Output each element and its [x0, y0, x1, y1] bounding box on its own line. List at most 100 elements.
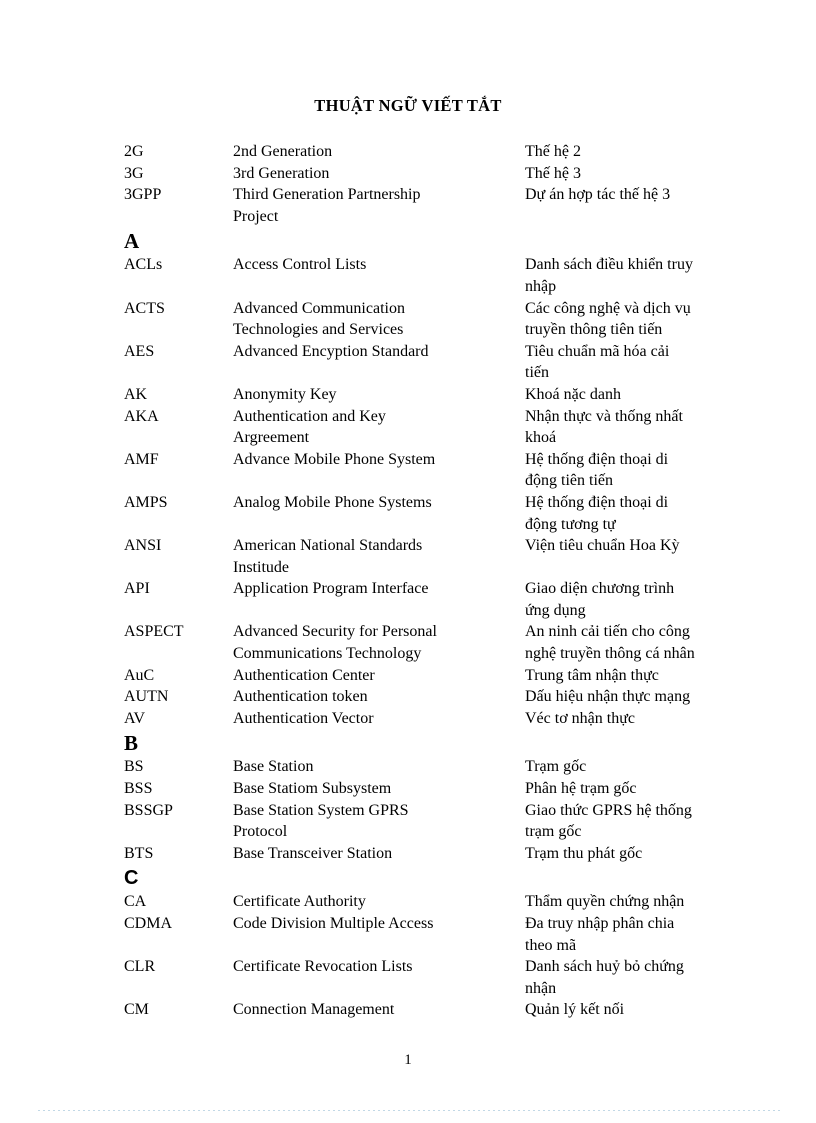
expansion-line: Base Transceiver Station: [233, 844, 393, 862]
meaning-line: Danh sách điều khiển truy: [525, 256, 693, 274]
abbreviation-term: CDMA: [124, 915, 173, 932]
meaning-line: Phân hệ trạm gốc: [525, 780, 637, 798]
expansion-line: Connection Management: [233, 1001, 395, 1019]
abbreviation-expansion-english: Authentication token: [233, 686, 525, 708]
abbreviation-row: CLR Certificate Revocation Lists Danh sách…: [124, 956, 764, 999]
abbreviation-row: AKA Authentication and Key Argreement Nhận …: [124, 406, 764, 449]
abbreviation-term: BS: [124, 758, 144, 776]
abbreviation-row: 3GPP Third Generation Partnership Project D…: [124, 184, 764, 227]
abbreviation-term: 3GPP: [124, 186, 162, 204]
section-heading-a: A: [124, 229, 140, 254]
abbreviation-expansion-english: Base Transceiver Station: [233, 843, 525, 865]
abbreviation-expansion-english: Authentication Center: [233, 665, 525, 687]
abbreviation-row: AuC Authentication Center Trung tâm nhận t…: [124, 665, 764, 687]
abbreviation-meaning-vietnamese: Các công nghệ và dịch vụ truyền thông tiê…: [525, 298, 764, 341]
abbreviation-meaning-vietnamese: Hệ thống điện thoại di động tiên tiến: [525, 449, 764, 492]
abbreviation-row: AES Advanced Encyption Standard Tiêu chuẩn…: [124, 341, 764, 384]
abbreviation-term: AuC: [124, 666, 155, 684]
abbreviation-term: BTS: [124, 844, 154, 862]
meaning-line: Viện tiêu chuẩn Hoa Kỳ: [525, 537, 680, 555]
abbreviation-expansion-english: Base Station: [233, 756, 525, 778]
expansion-line: American National Standards: [233, 537, 423, 555]
meaning-line: Thẩm quyền chứng nhận: [525, 893, 685, 911]
abbreviation-row: API Application Program Interface Giao diệ…: [124, 578, 764, 621]
expansion-line: 3rd Generation: [233, 164, 330, 182]
abbreviation-row: BSS Base Statiom Subsystem Phân hệ trạm gố…: [124, 778, 764, 800]
meaning-line: theo mã: [525, 936, 577, 954]
meaning-line: Trạm thu phát gốc: [525, 844, 643, 862]
meaning-line: Tiêu chuẩn mã hóa cải: [525, 342, 670, 360]
abbreviation-row: BS Base Station Trạm gốc: [124, 756, 764, 778]
abbreviation-meaning-vietnamese: Trạm gốc: [525, 756, 764, 778]
abbreviation-expansion-english: Connection Management: [233, 999, 525, 1021]
abbreviation-term: ANSI: [124, 537, 162, 555]
abbreviation-term: ASPECT: [124, 623, 184, 641]
expansion-line: Communications Technology: [233, 645, 422, 663]
expansion-line: Argreement: [233, 429, 310, 447]
meaning-line: Hệ thống điện thoại di: [525, 493, 669, 511]
abbreviation-meaning-vietnamese: Đa truy nhập phân chia theo mã: [525, 913, 764, 956]
meaning-line: Thế hệ 3: [525, 164, 581, 182]
abbreviation-row: 2G 2nd Generation Thế hệ 2: [124, 141, 764, 163]
meaning-line: động tiên tiến: [525, 472, 613, 490]
abbreviation-row: CM Connection Management Quản lý kết nối: [124, 999, 764, 1021]
expansion-line: Protocol: [233, 823, 288, 841]
abbreviation-row: ACTS Advanced Communication Technologies a…: [124, 298, 764, 341]
abbreviation-row: AUTN Authentication token Dấu hiệu nhận t…: [124, 686, 764, 708]
abbreviation-row: CDMA Code Division Multiple Access Đa truy…: [124, 913, 764, 956]
abbreviation-expansion-english: Advanced Security for Personal Communicat…: [233, 621, 525, 664]
abbreviation-expansion-english: 2nd Generation: [233, 141, 525, 163]
abbreviation-term: BSS: [124, 780, 153, 798]
expansion-line: Authentication token: [233, 688, 368, 706]
abbreviation-meaning-vietnamese: Quản lý kết nối: [525, 999, 764, 1021]
abbreviation-row: ASPECT Advanced Security for Personal Comm…: [124, 621, 764, 664]
abbreviation-meaning-vietnamese: Dấu hiệu nhận thực mạng: [525, 686, 764, 708]
abbreviation-row: AMF Advance Mobile Phone System Hệ thống đ…: [124, 449, 764, 492]
abbreviation-term: API: [124, 580, 150, 598]
abbreviation-meaning-vietnamese: Giao thức GPRS hệ thống trạm gốc: [525, 800, 764, 843]
abbreviation-row: CA Certificate Authority Thẩm quyền chứng …: [124, 891, 764, 913]
abbreviation-row: ACLs Access Control Lists Danh sách điều k…: [124, 254, 764, 297]
expansion-line: Advance Mobile Phone System: [233, 450, 436, 468]
expansion-line: Analog Mobile Phone Systems: [233, 493, 432, 511]
abbreviation-meaning-vietnamese: Thẩm quyền chứng nhận: [525, 891, 764, 913]
expansion-line: Advanced Security for Personal: [233, 623, 437, 641]
page-number: 1: [404, 1052, 412, 1068]
abbreviation-expansion-english: Application Program Interface: [233, 578, 525, 600]
meaning-line: Đa truy nhập phân chia: [525, 915, 675, 932]
abbreviation-row: 3G 3rd Generation Thế hệ 3: [124, 163, 764, 185]
abbreviation-term: BSSGP: [124, 801, 173, 819]
meaning-line: Thế hệ 2: [525, 143, 581, 160]
meaning-line: Giao diện chương trình: [525, 580, 675, 598]
expansion-line: Project: [233, 207, 279, 225]
page-title: THUẬT NGỮ VIẾT TẮT: [314, 96, 502, 115]
expansion-line: Certificate Authority: [233, 893, 366, 911]
meaning-line: nhận: [525, 979, 557, 997]
abbreviation-meaning-vietnamese: Dự án hợp tác thế hệ 3: [525, 184, 764, 206]
meaning-line: Danh sách huỷ bỏ chứng: [525, 958, 684, 976]
meaning-line: Dấu hiệu nhận thực mạng: [525, 688, 691, 706]
abbreviation-term: AV: [124, 709, 146, 727]
meaning-line: Trung tâm nhận thực: [525, 666, 659, 684]
expansion-line: Access Control Lists: [233, 256, 367, 274]
document-page: THUẬT NGỮ VIẾT TẮT 2G 2nd Generation Thế h…: [0, 0, 816, 1123]
expansion-line: Base Station System GPRS: [233, 801, 409, 819]
meaning-line: nghệ truyền thông cá nhân: [525, 645, 695, 663]
meaning-line: nhập: [525, 277, 557, 295]
meaning-line: Dự án hợp tác thế hệ 3: [525, 186, 671, 204]
meaning-line: khoá: [525, 429, 557, 447]
expansion-line: Third Generation Partnership: [233, 186, 421, 204]
meaning-line: tiến: [525, 364, 549, 382]
abbreviation-meaning-vietnamese: Véc tơ nhận thực: [525, 708, 764, 730]
expansion-line: Authentication Vector: [233, 709, 374, 727]
abbreviation-term: CM: [124, 1001, 149, 1019]
abbreviation-expansion-english: Access Control Lists: [233, 254, 525, 276]
meaning-line: Véc tơ nhận thực: [525, 709, 635, 727]
abbreviation-expansion-english: Base Station System GPRS Protocol: [233, 800, 525, 843]
expansion-line: 2nd Generation: [233, 143, 333, 160]
abbreviation-row: ANSI American National Standards Institude…: [124, 535, 764, 578]
abbreviation-term: AMF: [124, 450, 159, 468]
abbreviation-term: AMPS: [124, 493, 168, 511]
abbreviation-term: AKA: [124, 407, 159, 425]
abbreviation-term: AK: [124, 385, 148, 403]
